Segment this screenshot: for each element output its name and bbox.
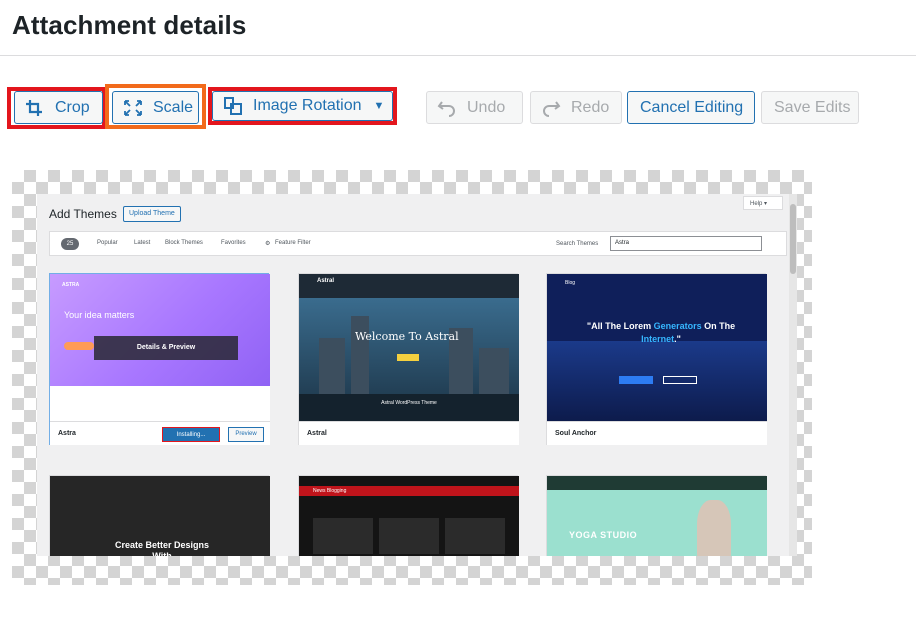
scrollbar-thumb	[790, 204, 796, 274]
building-shape	[319, 338, 345, 398]
post-thumb	[445, 518, 505, 554]
quote-part: On The	[701, 321, 736, 331]
cancel-editing-button[interactable]: Cancel Editing	[627, 91, 755, 124]
filter-favorites: Favorites	[221, 240, 246, 246]
theme-hero-text: "All The Lorem Generators On The Interne…	[583, 320, 739, 346]
preview-button: Preview	[228, 427, 264, 442]
filter-popular: Popular	[97, 240, 118, 246]
theme-screenshot: News Blogging	[299, 476, 519, 556]
filter-block-themes: Block Themes	[165, 240, 203, 246]
title-divider	[0, 55, 916, 56]
theme-filter-bar: 25 Popular Latest Block Themes Favorites…	[49, 231, 787, 256]
theme-hero-button	[663, 376, 697, 384]
save-edits-button[interactable]: Save Edits	[761, 91, 859, 124]
quote-part: "All The Lorem	[586, 321, 654, 331]
redo-label: Redo	[571, 98, 610, 116]
building-shape	[351, 316, 369, 398]
filter-latest: Latest	[134, 240, 151, 246]
upload-theme-button: Upload Theme	[123, 206, 181, 222]
theme-name: Soul Anchor	[555, 430, 597, 437]
theme-top-bar	[547, 476, 767, 490]
theme-hero-text: YOGA STUDIO	[569, 530, 638, 540]
theme-card-soul-anchor: Blog "All The Lorem Generators On The In…	[546, 273, 767, 445]
rotate-icon	[223, 97, 243, 115]
theme-city-image	[299, 298, 519, 398]
theme-screenshot: YOGA STUDIO	[547, 476, 767, 556]
quote-part: ."	[674, 334, 681, 344]
page-title: Attachment details	[12, 10, 247, 40]
crop-icon	[25, 99, 45, 117]
theme-hero-text: Welcome To Astral	[355, 330, 459, 343]
building-shape	[479, 348, 509, 398]
theme-name: Astral	[307, 430, 327, 437]
theme-brand: Astral	[317, 278, 335, 284]
quote-accent: Internet	[641, 334, 675, 344]
theme-card: News Blogging	[298, 475, 519, 556]
theme-count-badge: 25	[61, 238, 79, 250]
theme-hero-button	[64, 342, 94, 350]
image-rotation-dropdown[interactable]: Image Rotation ▼	[212, 91, 393, 121]
theme-screenshot: Astral Welcome To Astral Astral WordPres…	[299, 274, 519, 421]
theme-band-text: Astral WordPress Theme	[299, 394, 519, 421]
filter-feature-filter: Feature Filter	[275, 240, 311, 246]
theme-card: Create Better Designs With	[49, 475, 270, 556]
theme-card-astra: ASTRA Your idea matters Details & Previe…	[49, 273, 270, 445]
redo-icon	[541, 99, 561, 117]
save-edits-label: Save Edits	[774, 98, 851, 116]
undo-button[interactable]: Undo	[426, 91, 523, 124]
gear-icon: ⚙	[265, 241, 271, 247]
theme-card-footer: Astral	[299, 421, 519, 445]
theme-card-footer: Astra Installing... Preview	[50, 421, 270, 445]
theme-logo: ASTRA	[62, 282, 80, 288]
chevron-down-icon: ▼	[373, 100, 385, 112]
cancel-editing-label: Cancel Editing	[640, 98, 744, 116]
theme-screenshot: Create Better Designs With	[50, 476, 270, 556]
theme-screenshot: Blog "All The Lorem Generators On The In…	[547, 274, 767, 421]
theme-feature-strip	[50, 386, 270, 421]
theme-banner: News Blogging	[299, 486, 519, 496]
post-thumb	[313, 518, 373, 554]
theme-hero-text: Your idea matters	[64, 310, 135, 320]
undo-icon	[437, 99, 457, 117]
edited-image: Add Themes Upload Theme Help ▾ 25 Popula…	[37, 194, 797, 556]
theme-banner-text: News Blogging	[313, 488, 347, 494]
installing-button: Installing...	[162, 427, 220, 442]
crop-button[interactable]: Crop	[14, 91, 103, 124]
crop-label: Crop	[55, 98, 90, 116]
image-rotation-label: Image Rotation	[253, 97, 362, 114]
theme-city-image	[547, 341, 767, 421]
image-editor-canvas[interactable]: Add Themes Upload Theme Help ▾ 25 Popula…	[12, 170, 812, 585]
details-preview-overlay: Details & Preview	[94, 336, 238, 360]
scale-label: Scale	[153, 98, 194, 116]
yoga-figure-image	[697, 500, 731, 556]
theme-card: YOGA STUDIO	[546, 475, 767, 556]
theme-brand: Blog	[565, 280, 576, 286]
help-tab: Help ▾	[743, 196, 783, 210]
theme-hero-text: Create Better Designs With	[114, 540, 210, 556]
redo-button[interactable]: Redo	[530, 91, 622, 124]
theme-name: Astra	[58, 430, 76, 437]
theme-card-footer: Soul Anchor	[547, 421, 767, 445]
search-themes-input: Astra	[610, 236, 762, 251]
add-themes-heading: Add Themes	[49, 207, 117, 221]
quote-accent: Generators	[653, 321, 702, 331]
undo-label: Undo	[467, 98, 506, 116]
screenshot-scrollbar	[789, 194, 797, 556]
scale-button[interactable]: Scale	[112, 91, 199, 124]
scale-icon	[123, 99, 143, 117]
search-themes-label: Search Themes	[556, 241, 599, 247]
theme-hero-button	[619, 376, 653, 384]
theme-card-astral: Astral Welcome To Astral Astral WordPres…	[298, 273, 519, 445]
post-thumb	[379, 518, 439, 554]
theme-screenshot: ASTRA Your idea matters Details & Previe…	[50, 274, 270, 421]
theme-hero-button	[397, 354, 419, 361]
